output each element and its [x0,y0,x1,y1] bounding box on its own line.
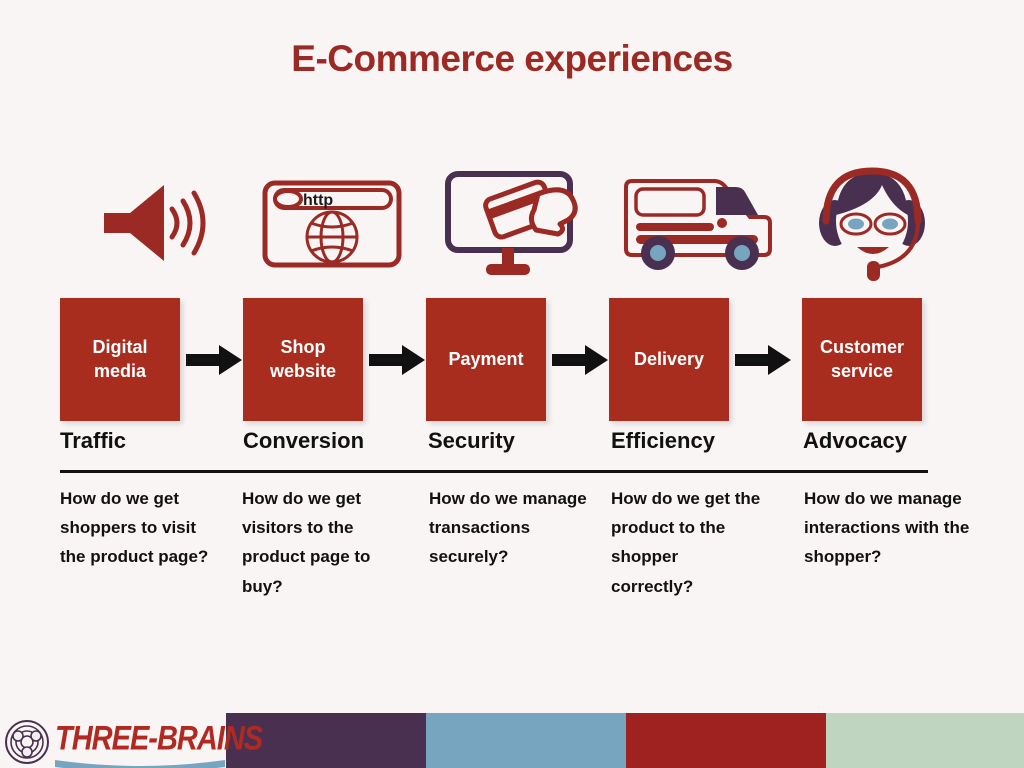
slide-canvas: E-Commerce experiences http Digital medi… [0,0,1024,768]
question-conversion: How do we get visitors to the product pa… [242,489,371,596]
arrow-right-icon [186,345,242,375]
process-box-customer-service[interactable]: Customer service [802,298,922,421]
category-label-traffic: Traffic [60,428,127,453]
question-traffic: How do we get shoppers to visit the prod… [60,489,209,567]
logo: THREE-BRAINS [55,716,263,768]
color-bar-blue [426,713,626,768]
process-box-payment[interactable]: Payment [426,298,546,421]
category-label-security: Security [428,428,515,453]
arrow-right-icon [552,345,608,375]
question-advocacy: How do we manage interactions with the s… [804,489,970,567]
stage-icon-advocacy [782,160,962,285]
logo-swoosh-icon [55,760,225,768]
headset-agent-icon [819,166,925,281]
browser-url-text: http [303,192,333,209]
category-label-conversion: Conversion [243,428,365,453]
browser-globe-icon: http [262,180,402,267]
monitor-card-payment-icon [445,170,578,275]
delivery-van-icon [624,178,772,270]
page-title: E-Commerce experiences [291,38,733,79]
process-flow-row: Digital media Shop website Payment Deliv… [0,298,1024,423]
arrow-right-icon [735,345,791,375]
icon-row: http [60,160,965,285]
question-efficiency: How do we get the product to the shopper… [611,489,761,596]
stage-icon-security [425,160,605,285]
process-box-digital-media[interactable]: Digital media [60,298,180,421]
stage-icon-conversion: http [242,160,422,285]
question-security: How do we manage transactions securely? [429,489,587,567]
logo-wordmark: THREE-BRAINS [55,720,263,758]
category-label-efficiency: Efficiency [611,428,715,453]
process-box-shop-website[interactable]: Shop website [243,298,363,421]
stage-icon-traffic [60,160,240,285]
color-bar-green [826,713,1024,768]
process-box-delivery[interactable]: Delivery [609,298,729,421]
category-label-row: Traffic Conversion Security Efficiency A… [0,428,1024,460]
color-bar-red [626,713,826,768]
stage-icon-efficiency [608,160,788,285]
category-label-advocacy: Advocacy [803,428,907,453]
horizontal-divider [60,470,928,473]
arrow-right-icon [369,345,425,375]
megaphone-icon [104,184,206,261]
brain-network-icon [5,720,49,764]
question-row: How do we get shoppers to visit the prod… [0,484,1024,604]
